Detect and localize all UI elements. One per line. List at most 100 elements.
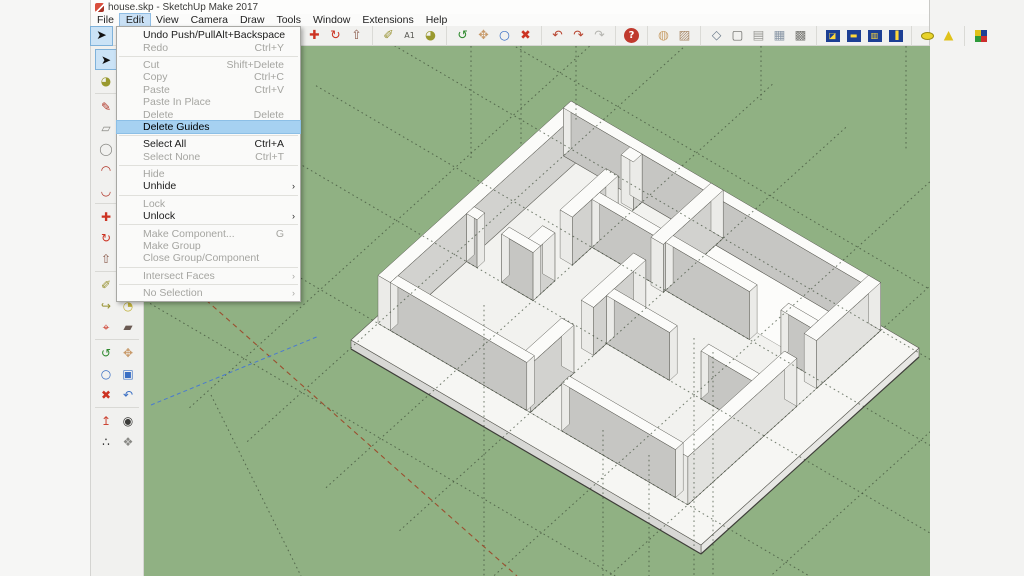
orbit-tool-lts-icon[interactable]: ↺ <box>96 343 116 362</box>
edit-menu-item-cut[interactable]: CutShift+Delete <box>117 59 300 71</box>
tape-measure-lts-icon[interactable]: ✐ <box>96 275 116 294</box>
letterbox-right <box>930 0 1024 576</box>
edit-menu-item-paste[interactable]: PasteCtrl+V <box>117 84 300 96</box>
edit-menu-item-make-component[interactable]: Make Component...G <box>117 227 300 239</box>
menu-file[interactable]: File <box>91 14 120 26</box>
edit-menu-item-delete[interactable]: DeleteDelete <box>117 108 300 120</box>
face-style-monochrome-icon[interactable]: ▩ <box>790 27 811 45</box>
face-style-xray-icon[interactable]: ◇ <box>706 27 727 45</box>
edit-menu-item-copy[interactable]: CopyCtrl+C <box>117 71 300 83</box>
edit-menu-item-undo-push-pull[interactable]: Undo Push/PullAlt+Backspace <box>117 29 300 41</box>
menu-edit[interactable]: Edit <box>120 14 150 26</box>
sun-triangle-icon[interactable]: ▲ <box>938 27 959 45</box>
edit-menu-item-redo[interactable]: RedoCtrl+Y <box>117 41 300 53</box>
toolbar-group: ✐A1◕ <box>372 26 441 46</box>
menu-item-label: Select All <box>143 138 186 150</box>
menu-item-label: Unhide <box>143 180 176 192</box>
menu-camera[interactable]: Camera <box>185 14 234 26</box>
two-point-arc-tool-icon[interactable]: ◡ <box>96 181 116 200</box>
view-right-icon[interactable]: ▐ <box>885 27 906 45</box>
face-style-hidden-line-icon[interactable]: ▤ <box>748 27 769 45</box>
edit-dropdown-menu: Undo Push/PullAlt+BackspaceRedoCtrl+Y Cut… <box>116 26 301 302</box>
tape-measure-tool-icon[interactable]: ✐ <box>378 27 399 45</box>
look-around-tool-icon[interactable]: ◉ <box>118 411 138 430</box>
edit-menu-item-select-none[interactable]: Select NoneCtrl+T <box>117 151 300 163</box>
screen: house.skp - SketchUp Make 2017 FileEditV… <box>0 0 1024 576</box>
edit-menu-item-no-selection[interactable]: No Selection› <box>117 287 300 299</box>
menu-draw[interactable]: Draw <box>234 14 271 26</box>
section-plane-tool-icon[interactable]: ❖ <box>118 432 138 451</box>
move-tool-lts-icon[interactable]: ✚ <box>96 207 116 226</box>
offset-tool-icon[interactable]: ↪ <box>96 296 116 315</box>
edit-menu-item-unhide[interactable]: Unhide› <box>117 180 300 192</box>
zoom-window-tool-icon[interactable]: ▣ <box>118 364 138 383</box>
move-tool-icon[interactable]: ✚ <box>304 27 325 45</box>
menu-help[interactable]: Help <box>420 14 454 26</box>
face-style-wireframe-icon[interactable]: ▢ <box>727 27 748 45</box>
texture-plane-icon[interactable]: ▨ <box>674 27 695 45</box>
edit-menu-item-close-group-component[interactable]: Close Group/Component <box>117 252 300 264</box>
undo-view-icon[interactable]: ↶ <box>547 27 568 45</box>
menu-bar: FileEditViewCameraDrawToolsWindowExtensi… <box>91 14 929 26</box>
menu-item-label: Close Group/Component <box>143 252 259 264</box>
menu-tools[interactable]: Tools <box>270 14 307 26</box>
model-info-icon[interactable]: ? <box>624 28 639 43</box>
color-palette-icon[interactable] <box>970 27 991 45</box>
walk-tool-icon[interactable]: ∴ <box>96 432 116 451</box>
menu-separator <box>119 56 298 57</box>
push-pull-lts-icon[interactable]: ⇧ <box>96 249 116 268</box>
menu-extensions[interactable]: Extensions <box>356 14 419 26</box>
face-style-shaded-icon[interactable]: ▦ <box>769 27 790 45</box>
edit-menu-item-lock[interactable]: Lock <box>117 198 300 210</box>
menu-item-shortcut: Ctrl+A <box>255 138 294 150</box>
edit-menu-item-select-all[interactable]: Select All Ctrl+A <box>117 138 300 150</box>
zoom-extents-lts-icon[interactable]: ✖ <box>96 385 116 404</box>
shadow-settings-icon[interactable]: ◍ <box>653 27 674 45</box>
position-camera-tool-icon[interactable]: ↥ <box>96 411 116 430</box>
pan-tool-lts-icon[interactable]: ✥ <box>118 343 138 362</box>
menu-view[interactable]: View <box>150 14 185 26</box>
edit-menu-item-intersect-faces[interactable]: Intersect Faces› <box>117 270 300 282</box>
redo-view-icon[interactable]: ↷ <box>568 27 589 45</box>
wall-cap <box>804 333 816 388</box>
circle-tool-icon[interactable]: ◯ <box>96 139 116 158</box>
orbit-tool-icon[interactable]: ↺ <box>452 27 473 45</box>
zoom-tool-lts-icon[interactable]: ○ <box>96 364 116 383</box>
arc-tool-icon[interactable]: ◠ <box>96 160 116 179</box>
edit-menu-item-paste-in-place[interactable]: Paste In Place <box>117 96 300 108</box>
menu-item-shortcut: Ctrl+V <box>255 84 294 96</box>
palette-row: ✖↶ <box>91 384 143 405</box>
rectangle-tool-icon[interactable]: ▱ <box>96 118 116 137</box>
shadows-toggle-icon[interactable] <box>917 27 938 45</box>
view-iso-icon[interactable]: ◪ <box>822 27 843 45</box>
push-pull-tool-icon[interactable]: ⇧ <box>346 27 367 45</box>
next-view-disabled-icon[interactable]: ↷ <box>589 27 610 45</box>
zoom-tool-icon[interactable]: ○ <box>494 27 515 45</box>
zoom-extents-tool-icon[interactable]: ✖ <box>515 27 536 45</box>
toolbar-group: ↶↷↷ <box>541 26 610 46</box>
select-tool-lts-icon[interactable]: ➤ <box>96 50 116 69</box>
palette-row: ↥◉ <box>91 410 143 431</box>
view-front-icon[interactable]: ▥ <box>864 27 885 45</box>
menu-window[interactable]: Window <box>307 14 356 26</box>
pan-tool-icon[interactable]: ✥ <box>473 27 494 45</box>
eraser-tool-icon[interactable]: ▰ <box>118 317 138 336</box>
paint-bucket-tool-icon[interactable]: ◕ <box>420 27 441 45</box>
paint-bucket-lts-icon[interactable]: ◕ <box>96 71 116 90</box>
toolbar-group: ✚↻⇧ <box>298 26 367 46</box>
previous-view-tool-icon[interactable]: ↶ <box>118 385 138 404</box>
select-tool-icon[interactable]: ➤ <box>91 27 112 45</box>
axes-tool-icon[interactable]: ⌖ <box>96 317 116 336</box>
rotate-tool-lts-icon[interactable]: ↻ <box>96 228 116 247</box>
submenu-arrow-icon: › <box>292 288 295 298</box>
view-top-icon[interactable]: ▬ <box>843 27 864 45</box>
wall-cap <box>676 443 684 498</box>
text-tool-icon[interactable]: A1 <box>399 27 420 45</box>
edit-menu-item-make-group[interactable]: Make Group <box>117 240 300 252</box>
line-tool-icon[interactable]: ✎ <box>96 97 116 116</box>
edit-menu-item-delete-guides[interactable]: Delete Guides <box>117 121 300 133</box>
edit-menu-item-unlock[interactable]: Unlock› <box>117 210 300 222</box>
edit-menu-item-hide[interactable]: Hide <box>117 168 300 180</box>
rotate-tool-icon[interactable]: ↻ <box>325 27 346 45</box>
palette-separator <box>95 407 139 408</box>
